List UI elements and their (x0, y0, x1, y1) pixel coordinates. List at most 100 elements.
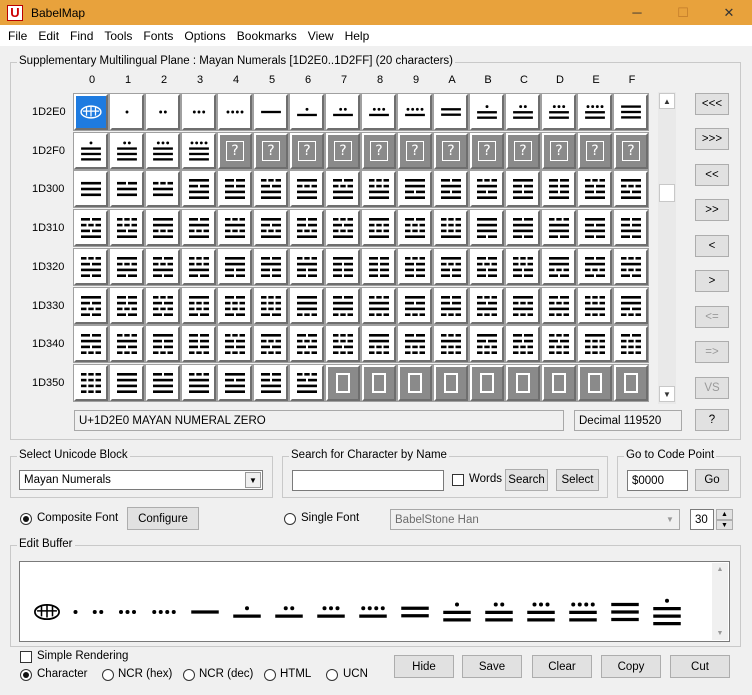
character-cell[interactable] (253, 325, 289, 364)
menu-tools[interactable]: Tools (104, 29, 132, 43)
format-character-radio[interactable] (20, 669, 32, 681)
composite-font-radio[interactable] (20, 513, 32, 525)
character-cell[interactable]: ? (325, 131, 361, 170)
character-cell[interactable] (145, 247, 181, 286)
character-cell[interactable] (361, 325, 397, 364)
close-button[interactable]: ✕ (706, 0, 752, 25)
character-cell[interactable] (577, 286, 613, 325)
character-cell[interactable] (325, 286, 361, 325)
character-cell[interactable] (613, 170, 649, 209)
menu-options[interactable]: Options (184, 29, 225, 43)
scroll-up-icon[interactable]: ▲ (712, 566, 728, 573)
size-down-icon[interactable]: ▼ (716, 520, 733, 530)
help-button[interactable]: ? (695, 409, 729, 431)
character-cell[interactable] (541, 286, 577, 325)
character-cell[interactable] (181, 93, 217, 131)
character-cell[interactable] (577, 363, 613, 402)
character-cell[interactable] (541, 209, 577, 248)
search-input[interactable] (292, 470, 444, 491)
character-cell[interactable] (73, 131, 109, 170)
character-cell[interactable] (469, 286, 505, 325)
character-cell[interactable] (145, 93, 181, 131)
character-cell[interactable] (109, 170, 145, 209)
character-cell[interactable] (181, 286, 217, 325)
character-cell[interactable] (289, 286, 325, 325)
character-cell[interactable] (361, 363, 397, 402)
menu-view[interactable]: View (308, 29, 334, 43)
character-cell[interactable]: ? (469, 131, 505, 170)
character-cell[interactable] (577, 247, 613, 286)
character-cell[interactable] (613, 286, 649, 325)
character-cell[interactable] (433, 209, 469, 248)
character-cell[interactable] (181, 209, 217, 248)
character-cell[interactable] (325, 363, 361, 402)
maximize-button[interactable]: ☐ (660, 0, 706, 25)
single-font-radio[interactable] (284, 513, 296, 525)
character-cell[interactable]: ? (361, 131, 397, 170)
character-cell[interactable] (613, 93, 649, 131)
character-cell[interactable] (541, 170, 577, 209)
menu-help[interactable]: Help (345, 29, 370, 43)
character-cell[interactable] (397, 93, 433, 131)
scroll-thumb[interactable] (659, 184, 675, 202)
nav-next-button[interactable]: > (695, 270, 729, 292)
character-cell[interactable] (577, 325, 613, 364)
nav-prev-button[interactable]: < (695, 235, 729, 257)
scroll-up-icon[interactable]: ▲ (659, 93, 675, 109)
character-cell[interactable]: ? (253, 131, 289, 170)
select-button[interactable]: Select (556, 469, 599, 491)
character-cell[interactable]: ? (541, 131, 577, 170)
unicode-block-select[interactable]: Mayan Numerals ▼ (19, 470, 263, 490)
nav-last-button[interactable]: >>> (695, 128, 729, 150)
character-cell[interactable] (505, 325, 541, 364)
character-cell[interactable] (469, 363, 505, 402)
character-cell[interactable] (145, 363, 181, 402)
character-cell[interactable] (505, 170, 541, 209)
character-cell[interactable]: ? (217, 131, 253, 170)
character-cell[interactable] (397, 363, 433, 402)
character-cell[interactable] (109, 93, 145, 131)
configure-button[interactable]: Configure (127, 507, 199, 530)
font-size-input[interactable]: 30 (690, 509, 714, 530)
edit-buffer-textarea[interactable]: ▲ ▼ (19, 561, 730, 642)
character-cell[interactable] (217, 247, 253, 286)
character-cell[interactable] (469, 209, 505, 248)
character-cell[interactable] (145, 286, 181, 325)
scroll-down-icon[interactable]: ▼ (659, 386, 675, 402)
character-cell[interactable] (253, 247, 289, 286)
character-cell[interactable] (541, 363, 577, 402)
character-cell[interactable]: ? (397, 131, 433, 170)
simple-rendering-checkbox[interactable] (20, 651, 32, 663)
character-cell[interactable] (361, 209, 397, 248)
cut-button[interactable]: Cut (670, 655, 730, 678)
character-cell[interactable] (541, 325, 577, 364)
character-cell[interactable] (397, 209, 433, 248)
character-cell[interactable]: ? (505, 131, 541, 170)
character-cell[interactable] (469, 325, 505, 364)
menu-bookmarks[interactable]: Bookmarks (237, 29, 297, 43)
character-cell[interactable] (541, 247, 577, 286)
edit-buffer-scrollbar[interactable]: ▲ ▼ (712, 563, 728, 640)
character-cell[interactable]: ? (613, 131, 649, 170)
character-cell[interactable] (109, 247, 145, 286)
character-cell[interactable] (145, 209, 181, 248)
character-cell[interactable] (505, 209, 541, 248)
character-cell[interactable] (325, 170, 361, 209)
hide-button[interactable]: Hide (394, 655, 454, 678)
character-cell[interactable] (289, 363, 325, 402)
character-cell[interactable] (253, 286, 289, 325)
character-cell[interactable] (325, 325, 361, 364)
character-cell[interactable] (397, 170, 433, 209)
character-cell[interactable] (217, 93, 253, 131)
character-cell[interactable] (73, 325, 109, 364)
words-checkbox[interactable] (452, 474, 464, 486)
character-cell[interactable] (73, 93, 109, 131)
character-cell[interactable] (433, 247, 469, 286)
character-cell[interactable] (145, 170, 181, 209)
copy-button[interactable]: Copy (601, 655, 661, 678)
menu-edit[interactable]: Edit (38, 29, 59, 43)
character-cell[interactable] (469, 247, 505, 286)
format-ucn-radio[interactable] (326, 669, 338, 681)
minimize-button[interactable]: ─ (614, 0, 660, 25)
character-cell[interactable] (73, 209, 109, 248)
